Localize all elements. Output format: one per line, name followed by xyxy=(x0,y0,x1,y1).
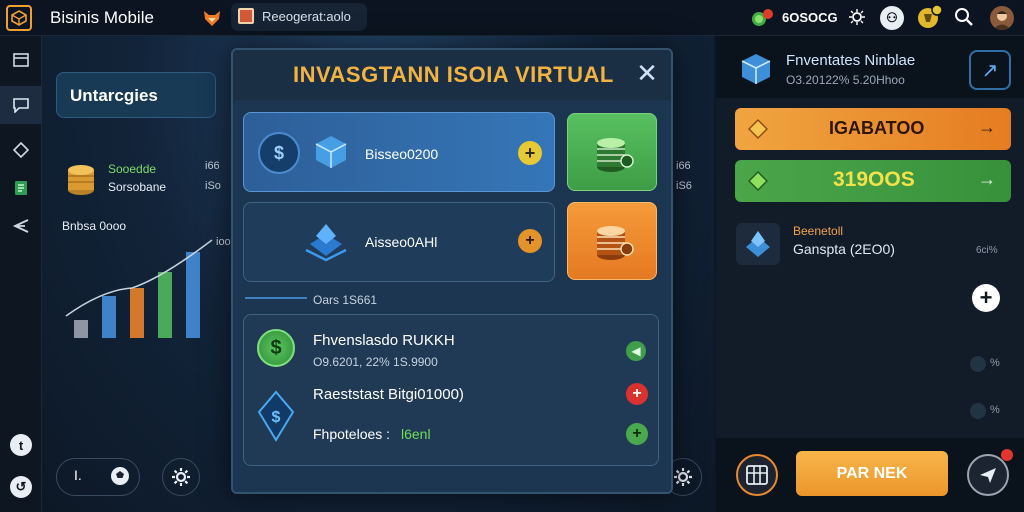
sidebar-item-layout-icon[interactable] xyxy=(11,50,31,70)
section-divider xyxy=(245,297,307,299)
pct-label-e: iS6 xyxy=(676,180,692,192)
panel-percent-2: % xyxy=(990,404,1000,416)
brightness-icon[interactable] xyxy=(848,8,866,26)
pct-label-d: i66 xyxy=(676,160,691,172)
settings-gear-button[interactable] xyxy=(162,458,200,496)
panel-item-percent: 6ci% xyxy=(976,245,998,256)
diamond-icon xyxy=(748,119,768,139)
sidebar-item-chat-icon[interactable] xyxy=(11,95,31,115)
app-grid-icon[interactable] xyxy=(736,454,778,496)
modal-title: INVASGTANN ISOIA VIRTUAL xyxy=(293,62,614,87)
add-button[interactable]: + xyxy=(972,284,1000,312)
coin-stack-icon xyxy=(593,221,635,261)
right-panel-subtitle: O3.20122% 5.20Hhoo xyxy=(786,73,905,87)
list-item-title: Fhvenslasdo RUKKH xyxy=(313,332,455,349)
treasure-icon xyxy=(300,214,352,266)
crystal-icon xyxy=(736,223,780,265)
cube-icon xyxy=(739,52,773,86)
status-dot-icon xyxy=(970,356,986,372)
section-label: Oars 1S661 xyxy=(313,293,378,307)
sidebar-info-icon[interactable]: t xyxy=(10,434,32,456)
panel-item-title: Beenetoll xyxy=(793,224,844,238)
search-text: Reeogerat:aolo xyxy=(262,9,351,24)
diamond-icon xyxy=(748,171,768,191)
shield-dollar-icon: $ xyxy=(257,390,295,442)
coins-icon xyxy=(751,8,775,28)
gamepad-icon[interactable]: ⚇ xyxy=(880,6,904,30)
search-thumbnail-icon xyxy=(238,8,254,24)
primary-cta-button[interactable]: PAR NEK xyxy=(796,451,948,496)
cube-icon xyxy=(312,133,350,171)
avatar[interactable] xyxy=(990,6,1014,30)
coin-stack-icon xyxy=(593,133,635,173)
strategies-card-label: Untarcgies xyxy=(70,86,158,105)
coin-stack-icon xyxy=(66,162,96,196)
panel-percent-1: % xyxy=(990,357,1000,369)
notification-icon[interactable] xyxy=(916,4,944,30)
list-item-2-action-button[interactable]: + xyxy=(626,383,648,405)
app-title: Bisinis Mobile xyxy=(50,8,154,27)
panel-item-subtitle: Ganspta (2EO0) xyxy=(793,241,895,257)
fox-icon[interactable] xyxy=(201,7,223,29)
sidebar-item-tag-icon[interactable] xyxy=(11,140,31,160)
orange-button-label: IGABATOO xyxy=(829,118,925,138)
right-panel-title: Fnventates Ninblae xyxy=(786,52,916,69)
option-2-action-button[interactable]: + xyxy=(518,229,542,253)
sidebar-settings-icon[interactable]: ↺ xyxy=(10,476,32,498)
bar-chart xyxy=(62,230,222,340)
svg-text:$: $ xyxy=(272,409,281,426)
close-icon[interactable]: ✕ xyxy=(632,58,662,88)
green-button-label: 319OOS xyxy=(833,168,915,191)
notification-badge xyxy=(1001,449,1013,461)
sidebar-item-share-icon[interactable] xyxy=(11,216,31,236)
send-icon[interactable] xyxy=(967,454,1009,496)
sidebar-item-document-icon[interactable] xyxy=(11,178,31,198)
pct-label-b: iSo xyxy=(205,180,221,192)
soccer-ball-icon xyxy=(110,466,130,486)
expand-icon[interactable]: ↗ xyxy=(969,50,1011,90)
status-dot-icon xyxy=(970,403,986,419)
search-icon[interactable] xyxy=(954,7,974,27)
list-item-value: l6enl xyxy=(401,426,431,442)
list-item-subtitle: O9.6201, 22% 1S.9900 xyxy=(313,355,438,369)
option-1-add-button[interactable]: + xyxy=(518,141,542,165)
arrow-right-icon: → xyxy=(978,117,996,137)
bottom-action-label: I. xyxy=(74,467,82,483)
list-item-label: Fhpoteloes : xyxy=(313,426,391,442)
stat-label-2: Sorsobane xyxy=(108,180,167,194)
list-item-title: Raeststast Bitgi01000) xyxy=(313,386,464,403)
currency-coin-icon: $ xyxy=(258,132,300,174)
pct-label-a: i66 xyxy=(205,160,220,172)
arrow-right-icon: → xyxy=(978,169,996,189)
option-1-label: Bisseo0200 xyxy=(365,146,439,162)
app-logo-icon[interactable] xyxy=(6,5,32,31)
stat-label-1: Sooedde xyxy=(108,162,157,176)
option-2-label: Aisseo0AHl xyxy=(365,234,438,250)
list-item-3-action-button[interactable]: + xyxy=(626,423,648,445)
dollar-coin-icon: $ xyxy=(257,329,295,367)
list-item-1-action-button[interactable]: ◀ xyxy=(626,341,646,361)
coin-balance: 6OSOCG xyxy=(782,10,838,25)
